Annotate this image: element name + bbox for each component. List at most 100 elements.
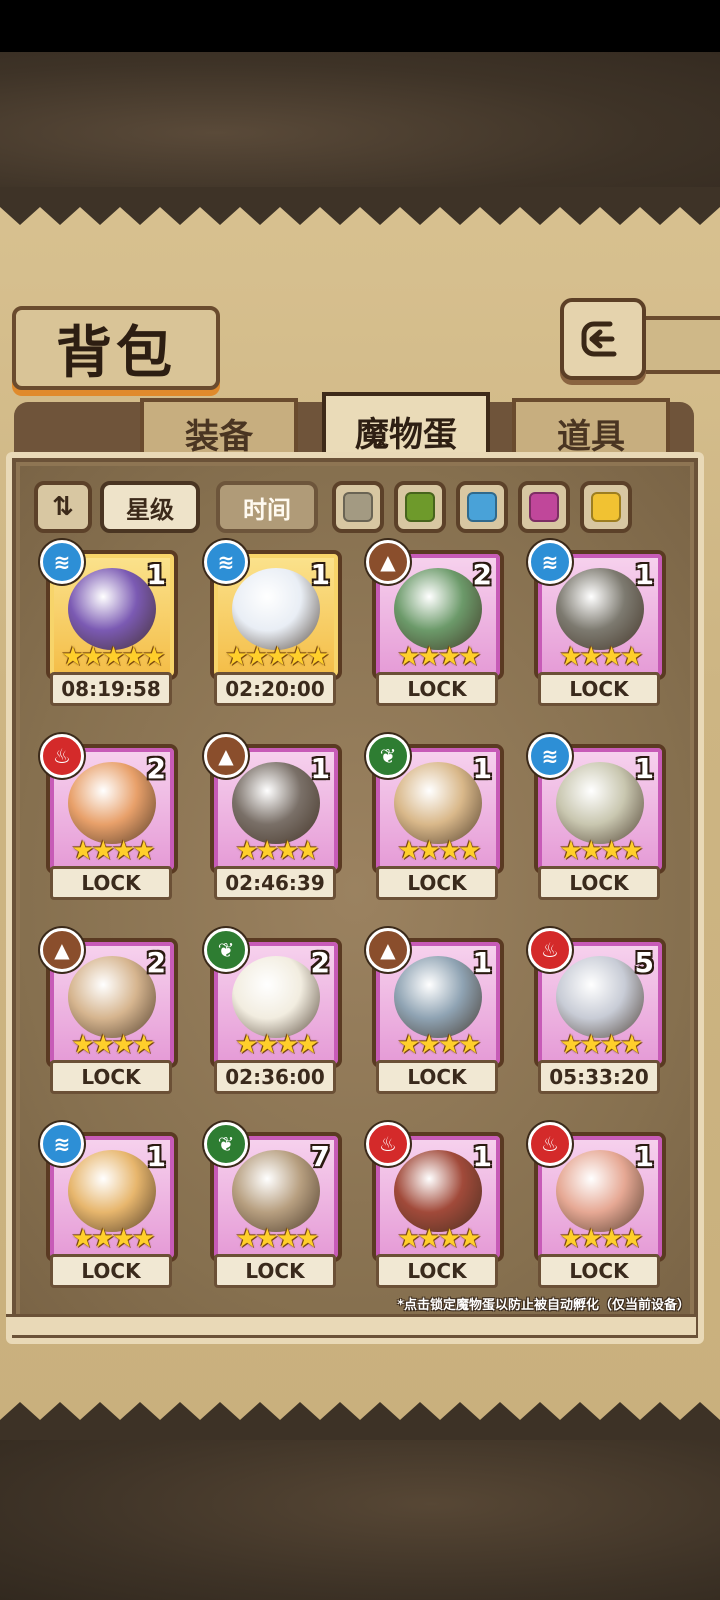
earth-element-icon: ▲ [366,928,410,972]
star-rating: ★★★★ [559,642,643,672]
egg-slot[interactable]: 5 ★★★★ ♨ 05:33:20 [528,928,668,1098]
hatch-timer[interactable]: 02:46:39 [214,866,336,900]
earth-element-icon: ▲ [204,734,248,778]
star-rating: ★★★★ [559,1224,643,1254]
egg-count: 1 [472,752,492,785]
color-swatch [529,492,559,522]
egg-count: 5 [634,946,654,979]
star-rating: ★★★★★ [225,642,330,672]
egg-count: 2 [310,946,330,979]
sort-toggle-icon: ⇅ [52,492,74,522]
egg-slot[interactable]: 1 ★★★★★ ≋ 02:20:00 [204,540,344,710]
spiky-egg-icon [556,568,644,650]
plant-egg-icon [232,1150,320,1232]
color-filter-gray[interactable] [332,481,384,533]
egg-slot[interactable]: 1 ★★★★ ♨ LOCK [528,1122,668,1292]
mechanical-egg-icon [232,762,320,844]
lock-label[interactable]: LOCK [376,866,498,900]
egg-slot[interactable]: 1 ★★★★ ≋ LOCK [528,540,668,710]
fire-element-icon: ♨ [528,1122,572,1166]
lock-label[interactable]: LOCK [538,672,660,706]
egg-slot[interactable]: 1 ★★★★ ≋ LOCK [40,1122,180,1292]
star-rating: ★★★★ [71,1030,155,1060]
egg-slot[interactable]: 1 ★★★★★ ≋ 08:19:58 [40,540,180,710]
egg-slot[interactable]: 2 ★★★★ ❦ 02:36:00 [204,928,344,1098]
flame-egg-icon [394,1150,482,1232]
star-rating: ★★★★ [397,1030,481,1060]
lock-label[interactable]: LOCK [50,1254,172,1288]
lock-label[interactable]: LOCK [50,866,172,900]
egg-slot[interactable]: 1 ★★★★ ▲ 02:46:39 [204,734,344,904]
lock-label[interactable]: LOCK [50,1060,172,1094]
lock-label[interactable]: LOCK [538,1254,660,1288]
egg-count: 1 [310,558,330,591]
fire-element-icon: ♨ [528,928,572,972]
background-map-top [0,52,720,187]
filter-label: 星级 [126,495,174,524]
tab-label: 道具 [557,416,625,457]
feathered-egg-icon [232,568,320,650]
egg-count: 1 [634,558,654,591]
leaf-element-icon: ❦ [204,1122,248,1166]
page-title: 背包 [56,319,176,386]
lock-hint-text: *点击锁定魔物蛋以防止被自动孵化（仅当前设备） [397,1298,690,1313]
sort-order-button[interactable]: ⇅ [34,481,92,533]
egg-slot[interactable]: 2 ★★★★ ▲ LOCK [40,928,180,1098]
earth-element-icon: ▲ [40,928,84,972]
filter-star-button[interactable]: 星级 [100,481,200,533]
egg-slot[interactable]: 1 ★★★★ ≋ LOCK [528,734,668,904]
star-rating: ★★★★ [235,836,319,866]
crowned-egg-icon [68,762,156,844]
jelly-egg-icon [68,1150,156,1232]
hatch-timer[interactable]: 02:36:00 [214,1060,336,1094]
star-rating: ★★★★ [235,1030,319,1060]
lock-label[interactable]: LOCK [538,866,660,900]
nest-egg-icon [394,762,482,844]
zigzag-edge-bottom [0,1402,720,1440]
tab-label: 装备 [185,416,253,457]
lock-label[interactable]: LOCK [214,1254,336,1288]
title-plate: 背包 [12,306,220,390]
water-element-icon: ≋ [40,540,84,584]
tab-label: 魔物蛋 [355,414,457,455]
hatch-timer[interactable]: 02:20:00 [214,672,336,706]
water-element-icon: ≋ [528,734,572,778]
water-element-icon: ≋ [204,540,248,584]
dagger-icon [556,956,644,1038]
leaf-element-icon: ❦ [204,928,248,972]
egg-slot[interactable]: 7 ★★★★ ❦ LOCK [204,1122,344,1292]
egg-count: 1 [634,752,654,785]
egg-slot[interactable]: 1 ★★★★ ▲ LOCK [366,928,506,1098]
egg-slot[interactable]: 2 ★★★★ ♨ LOCK [40,734,180,904]
egg-count: 2 [472,558,492,591]
lock-label[interactable]: LOCK [376,1060,498,1094]
color-swatch [591,492,621,522]
scaled-egg-icon [394,956,482,1038]
star-rating: ★★★★ [559,1030,643,1060]
egg-slot[interactable]: 1 ★★★★ ♨ LOCK [366,1122,506,1292]
status-bar [0,0,720,52]
pocket-watch-icon [68,568,156,650]
color-filter-green[interactable] [394,481,446,533]
lock-label[interactable]: LOCK [376,1254,498,1288]
egg-count: 1 [472,946,492,979]
star-rating: ★★★★ [71,836,155,866]
hatch-timer[interactable]: 08:19:58 [50,672,172,706]
star-rating: ★★★★ [397,1224,481,1254]
zigzag-edge-top [0,187,720,225]
egg-slot[interactable]: 2 ★★★★ ▲ LOCK [366,540,506,710]
back-arrow-icon [581,321,617,357]
lock-label[interactable]: LOCK [376,672,498,706]
star-rating: ★★★★ [235,1224,319,1254]
color-filter-blue[interactable] [456,481,508,533]
back-button[interactable] [560,298,646,380]
filter-label: 时间 [243,495,291,524]
color-filter-yellow[interactable] [580,481,632,533]
star-rating: ★★★★ [397,642,481,672]
leaf-egg-icon [556,762,644,844]
filter-time-button[interactable]: 时间 [216,481,318,533]
color-filter-pink[interactable] [518,481,570,533]
hatch-timer[interactable]: 05:33:20 [538,1060,660,1094]
egg-count: 1 [634,1140,654,1173]
egg-slot[interactable]: 1 ★★★★ ❦ LOCK [366,734,506,904]
